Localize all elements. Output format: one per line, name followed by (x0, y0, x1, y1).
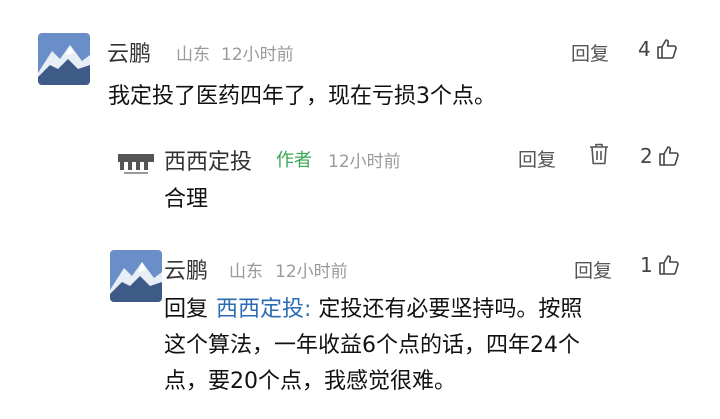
comment-2-reply-button[interactable]: 回复 (518, 145, 556, 172)
comment-3-like-button[interactable]: 1 (640, 253, 681, 277)
avatar-yunpeng[interactable] (38, 33, 90, 85)
comment-3-reply-button[interactable]: 回复 (574, 256, 612, 283)
thumbs-up-icon (658, 255, 679, 275)
comment-2-text: 合理 (164, 187, 209, 212)
comment-3-line-3: 点，要20个点，我感觉很难。 (164, 369, 456, 394)
comment-3-line-2: 这个算法，一年收益6个点的话，四年24个 (164, 333, 580, 358)
comment-1-like-count: 4 (638, 37, 651, 61)
comment-2-like-count: 2 (640, 144, 653, 168)
comment-1-location: 山东 (176, 45, 210, 65)
comment-2-user[interactable]: 西西定投 (164, 144, 252, 176)
comment-1-user[interactable]: 云鹏 (107, 36, 151, 68)
avatar-yunpeng[interactable] (110, 250, 162, 302)
comment-3-location: 山东 (229, 262, 263, 282)
delete-button[interactable] (588, 142, 610, 166)
comment-3-text-line-1: 回复 西西定投: 定投还有必要坚持吗。按照 (164, 292, 684, 328)
reply-target-link[interactable]: 西西定投: (216, 297, 311, 322)
thumbs-up-icon (656, 39, 677, 59)
comment-3-line-1: 定投还有必要坚持吗。按照 (311, 297, 583, 322)
comment-3-user[interactable]: 云鹏 (164, 253, 208, 285)
avatar-xixidingtou[interactable] (110, 140, 162, 192)
comment-3-like-count: 1 (640, 253, 653, 277)
comment-1-like-button[interactable]: 4 (638, 37, 679, 61)
comment-2-time: 12小时前 (328, 152, 401, 172)
comment-1-text: 我定投了医药四年了，现在亏损3个点。 (108, 84, 496, 109)
comment-1-reply-button[interactable]: 回复 (571, 39, 609, 66)
trash-icon (590, 143, 608, 165)
author-badge: 作者 (276, 150, 312, 171)
author-logo-avatar-icon (110, 140, 162, 192)
reply-prefix: 回复 (164, 297, 209, 322)
comment-3-time: 12小时前 (275, 262, 348, 282)
comment-1-time: 12小时前 (221, 45, 294, 65)
snow-mountain-avatar-icon (110, 250, 162, 302)
comment-3-text: 回复 西西定投: 定投还有必要坚持吗。按照 这个算法，一年收益6个点的话，四年24… (164, 292, 684, 400)
thumbs-up-icon (658, 146, 679, 166)
snow-mountain-avatar-icon (38, 33, 90, 85)
comment-2-like-button[interactable]: 2 (640, 144, 681, 168)
